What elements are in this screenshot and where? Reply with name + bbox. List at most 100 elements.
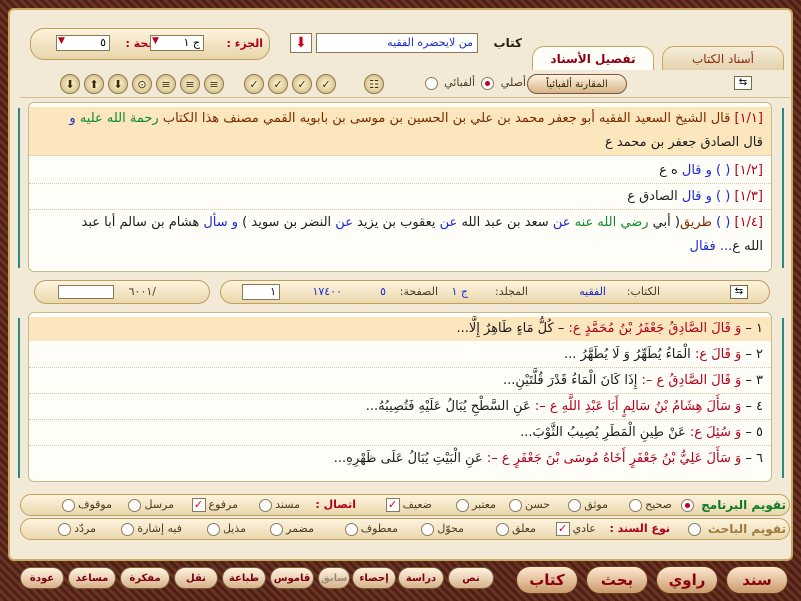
chain-row[interactable]: [١/٣] ( ) و قال الصادق ع — [29, 185, 771, 210]
alphabetic-option[interactable]: ألفبائي — [405, 76, 475, 90]
type-radio[interactable] — [121, 522, 135, 536]
grade-muwaththaq[interactable]: موثق — [552, 498, 608, 512]
grade-radio[interactable] — [62, 498, 76, 512]
type-check[interactable]: ✓ — [555, 522, 570, 536]
chain-row[interactable]: قال الصادق جعفر بن محمد ع — [29, 131, 771, 156]
type-muhawwal[interactable]: محوّل — [400, 522, 464, 536]
bahth-button[interactable]: بحث — [586, 566, 648, 594]
naql-button[interactable]: نقل — [174, 567, 218, 589]
grade-radio[interactable] — [568, 498, 582, 512]
hadith-row[interactable]: ٥ – وَ سُئِلَ ع: عَنْ طِينِ الْمَطَرِ يُ… — [29, 421, 771, 446]
grade-daif[interactable]: ضعيف✓ — [360, 498, 432, 512]
researcher-grading-radio[interactable] — [687, 523, 701, 536]
info-expand-icon[interactable]: ⇆ — [730, 285, 748, 299]
page-select[interactable]: ٥ ▼ — [56, 35, 110, 51]
program-grading[interactable]: تقويم البرنامج — [676, 498, 786, 512]
left-ornament-icon — [18, 318, 28, 478]
grade-radio[interactable] — [509, 498, 522, 512]
expand-icon[interactable]: ⇆ — [734, 76, 752, 90]
type-adi[interactable]: عادي✓ — [540, 522, 596, 536]
rawi-button[interactable]: راوي — [656, 566, 718, 594]
hadith-number: ٣ – — [741, 373, 763, 388]
type-mudhayyal[interactable]: مذيل — [184, 522, 246, 536]
grade-sahih[interactable]: صحيح — [610, 498, 672, 512]
asli-radio[interactable] — [481, 76, 495, 90]
hadith-row[interactable]: ٤ – وَ سَأَلَ هِشَامُ بْنُ سَالِمٍ أَبَا… — [29, 395, 771, 420]
ihsa-button[interactable]: إحصاء — [352, 567, 396, 589]
grade-marfu[interactable]: مرفوع✓ — [176, 498, 238, 512]
nass-button[interactable]: نص — [448, 567, 494, 589]
tool-icon-7[interactable]: ≡ — [180, 74, 200, 94]
grade-mursal[interactable]: مرسل — [114, 498, 174, 512]
grade-radio[interactable] — [456, 498, 470, 512]
grade-radio[interactable] — [629, 498, 643, 512]
tibaa-button[interactable]: طباعة — [222, 567, 266, 589]
hadith-text: إِذَا كَانَ الْمَاءُ قَدْرَ قُلَّتَيْنِ.… — [502, 373, 642, 388]
mufakkira-button[interactable]: مفكرة — [120, 567, 170, 589]
hadith-number-input[interactable]: ١ — [242, 284, 280, 300]
alphabetic-radio[interactable] — [424, 76, 438, 90]
goto-input[interactable] — [58, 285, 114, 299]
kitab-button[interactable]: كتاب — [516, 566, 578, 594]
tab-book-sanads[interactable]: أسناد الكتاب — [662, 46, 784, 70]
type-ishara[interactable]: فيه إشارة — [100, 522, 182, 536]
hadith-row[interactable]: ٣ – وَ قَالَ الصَّادِقُ ع –: إِذَا كَانَ… — [29, 369, 771, 394]
tool-icon-6[interactable]: ≡ — [204, 74, 224, 94]
chain-row[interactable]: [١/٤] ( ) طريق( أبي رضي الله عنه عن سعد … — [29, 211, 771, 235]
hadith-row[interactable]: ٢ – وَ قَالَ ع: الْمَاءُ يُطَهِّرُ وَ لَ… — [29, 343, 771, 368]
grade-mawquf[interactable]: موقوف — [40, 498, 112, 512]
type-matuf[interactable]: معطوف — [316, 522, 398, 536]
tool-icon-12[interactable]: ⬇ — [60, 74, 80, 94]
tab-sanad-details[interactable]: تفصيل الأسناد — [532, 46, 654, 70]
grade-radio[interactable] — [128, 498, 142, 512]
grade-musnad[interactable]: مسند — [240, 498, 300, 512]
type-radio[interactable] — [344, 522, 358, 536]
type-radio[interactable] — [206, 522, 220, 536]
tool-icon-11[interactable]: ⬆ — [84, 74, 104, 94]
asli-option[interactable]: أصلي — [470, 76, 526, 90]
awda-button[interactable]: عودة — [20, 567, 64, 589]
chain-row[interactable]: [١/٢] ( ) و قال ه ع — [29, 159, 771, 184]
grade-check[interactable]: ✓ — [385, 498, 400, 512]
chain-number: [١/٣] — [734, 189, 763, 204]
type-radio[interactable] — [58, 522, 72, 536]
down-arrow-button[interactable]: ⬇ — [290, 33, 312, 53]
sabiq-button[interactable]: سابق — [318, 567, 350, 589]
tool-icon-9[interactable]: ⊙ — [132, 74, 152, 94]
tool-icon-5[interactable]: ✓ — [244, 74, 264, 94]
researcher-grading[interactable]: تقويم الباحث — [676, 522, 786, 536]
tool-icon-8[interactable]: ≡ — [156, 74, 176, 94]
compare-alphabetic-button[interactable]: المقارنة ألفبائياً — [527, 74, 627, 94]
type-mudmar[interactable]: مضمر — [248, 522, 314, 536]
grade-hasan[interactable]: حسن — [498, 498, 550, 512]
type-muraddad[interactable]: مردّد — [30, 522, 96, 536]
tool-icon-3[interactable]: ✓ — [292, 74, 312, 94]
hadith-row[interactable]: ١ – وَ قَالَ الصَّادِقُ جَعْفَرُ بْنُ مُ… — [29, 317, 771, 341]
book-input[interactable]: من لايحضره الفقيه — [316, 33, 478, 53]
chain-number: [١/٤] — [734, 215, 763, 230]
type-radio[interactable] — [270, 522, 284, 536]
program-grading-label: تقويم البرنامج — [701, 498, 786, 512]
musaid-button[interactable]: مساعد — [68, 567, 116, 589]
type-radio[interactable] — [421, 522, 435, 536]
qamoos-button[interactable]: قاموس — [270, 567, 314, 589]
grade-label: موثق — [584, 498, 608, 511]
tool-icon-1[interactable]: ☷ — [364, 74, 384, 94]
hadith-number: ٥ – — [741, 425, 763, 440]
tool-icon-10[interactable]: ⬇ — [108, 74, 128, 94]
chain-row[interactable]: [١/١] قال الشيخ السعيد الفقيه أبو جعفر م… — [29, 107, 771, 131]
grade-mutabar[interactable]: معتبر — [436, 498, 496, 512]
hadith-row[interactable]: ٦ – وَ سَأَلَ عَلِيُّ بْنُ جَعْفَرٍ أَخَ… — [29, 447, 771, 471]
chain-row[interactable]: الله ع... فقال — [29, 235, 771, 259]
chains-panel: [١/١] قال الشيخ السعيد الفقيه أبو جعفر م… — [28, 102, 772, 272]
dirasa-button[interactable]: دراسة — [398, 567, 444, 589]
tool-icon-2[interactable]: ✓ — [316, 74, 336, 94]
program-grading-radio[interactable] — [680, 499, 694, 512]
tool-icon-4[interactable]: ✓ — [268, 74, 288, 94]
type-muallaq[interactable]: معلق — [466, 522, 536, 536]
grade-radio[interactable] — [259, 498, 273, 512]
grade-check[interactable]: ✓ — [191, 498, 206, 512]
type-radio[interactable] — [495, 522, 509, 536]
sanad-button[interactable]: سند — [726, 566, 788, 594]
juz-select[interactable]: ج ١ ▼ — [150, 35, 204, 51]
